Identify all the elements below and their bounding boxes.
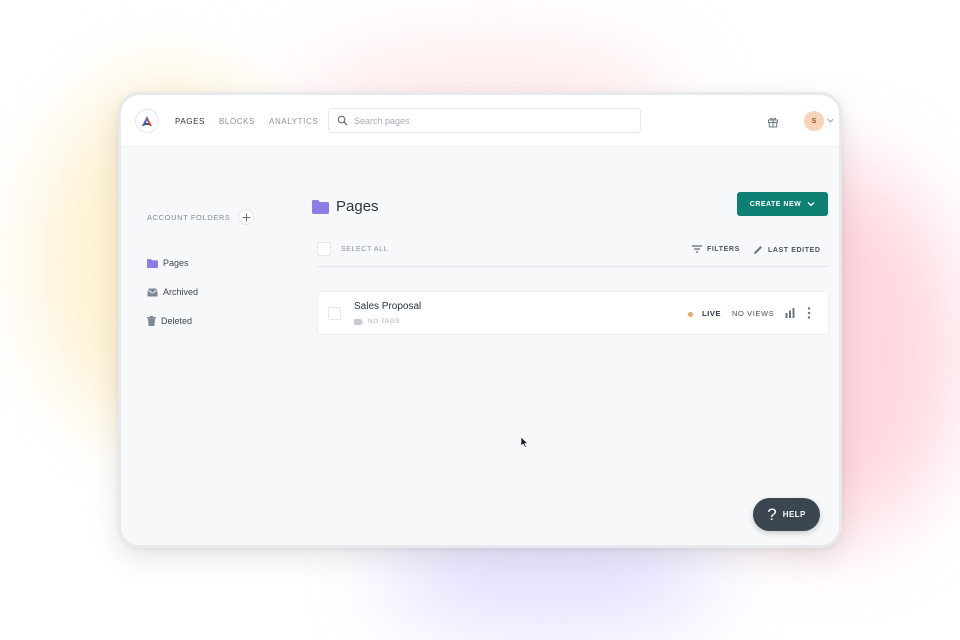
account-folders-label: ACCOUNT FOLDERS	[147, 212, 231, 222]
page-name[interactable]: Sales Proposal	[354, 301, 421, 312]
views-count: NO VIEWS	[732, 309, 775, 318]
search-box	[328, 108, 641, 133]
filter-icon	[692, 245, 702, 253]
sort-button[interactable]: LAST EDITED	[753, 245, 821, 255]
select-all-checkbox[interactable]	[317, 242, 331, 256]
top-bar: PAGES BLOCKS ANALYTICS S	[121, 95, 839, 147]
filters-button[interactable]: FILTERS	[692, 245, 740, 253]
app-screen: PAGES BLOCKS ANALYTICS Search pages S AC…	[121, 95, 839, 545]
app-logo[interactable]	[135, 109, 159, 133]
account-folders-header: ACCOUNT FOLDERS	[147, 209, 255, 225]
page-title: Pages	[336, 198, 379, 215]
more-options-icon[interactable]	[807, 307, 811, 319]
help-icon: ?	[767, 504, 777, 524]
help-button[interactable]: ? HELP	[753, 498, 820, 531]
search-icon	[337, 115, 348, 126]
gift-icon	[768, 117, 778, 128]
folder-icon	[147, 258, 158, 268]
page-row[interactable]: Sales Proposal NO TAGS LIVE NO VIEWS	[317, 291, 829, 335]
help-label: HELP	[782, 510, 806, 519]
search-input[interactable]	[354, 115, 624, 126]
sidebar-item-label: Deleted	[161, 316, 193, 326]
nav-pages[interactable]: PAGES	[175, 117, 205, 126]
sidebar-item-label: Pages	[163, 258, 189, 268]
main-nav: PAGES BLOCKS ANALYTICS	[175, 117, 332, 126]
page-header: Pages	[312, 198, 379, 215]
plus-icon	[242, 213, 251, 221]
sidebar-item-archived[interactable]: Archived	[147, 287, 198, 297]
create-new-label: CREATE NEW	[749, 200, 802, 208]
create-new-button[interactable]: CREATE NEW	[737, 192, 828, 216]
sort-label: LAST EDITED	[768, 246, 821, 254]
folder-icon	[312, 199, 329, 214]
archive-icon	[147, 288, 158, 296]
tag-icon	[354, 318, 363, 325]
nav-analytics[interactable]: ANALYTICS	[269, 117, 318, 126]
status-badge: LIVE	[702, 309, 722, 318]
trash-icon	[147, 316, 156, 326]
mouse-cursor-icon	[521, 437, 529, 448]
tags-label: NO TAGS	[368, 318, 401, 325]
pencil-icon	[754, 246, 762, 254]
select-all-label: SELECT ALL	[341, 245, 389, 253]
sidebar-item-pages[interactable]: Pages	[147, 258, 189, 268]
row-checkbox[interactable]	[328, 307, 341, 320]
select-all[interactable]: SELECT ALL	[317, 242, 388, 256]
gift-button[interactable]	[767, 115, 779, 133]
add-folder-button[interactable]	[238, 209, 255, 225]
page-tags[interactable]: NO TAGS	[354, 318, 400, 325]
nav-blocks[interactable]: BLOCKS	[219, 117, 255, 126]
status-dot	[688, 312, 693, 317]
analytics-icon[interactable]	[785, 308, 795, 318]
device-frame: PAGES BLOCKS ANALYTICS Search pages S AC…	[118, 92, 842, 548]
chevron-down-icon	[807, 202, 815, 207]
list-toolbar: SELECT ALL FILTERS LAST EDITED	[317, 235, 829, 267]
user-avatar[interactable]: S	[804, 111, 824, 131]
sidebar-item-deleted[interactable]: Deleted	[147, 316, 192, 326]
filters-label: FILTERS	[707, 245, 740, 253]
chevron-down-icon[interactable]	[827, 117, 834, 124]
sidebar-item-label: Archived	[163, 287, 199, 297]
logo-icon	[142, 116, 152, 126]
